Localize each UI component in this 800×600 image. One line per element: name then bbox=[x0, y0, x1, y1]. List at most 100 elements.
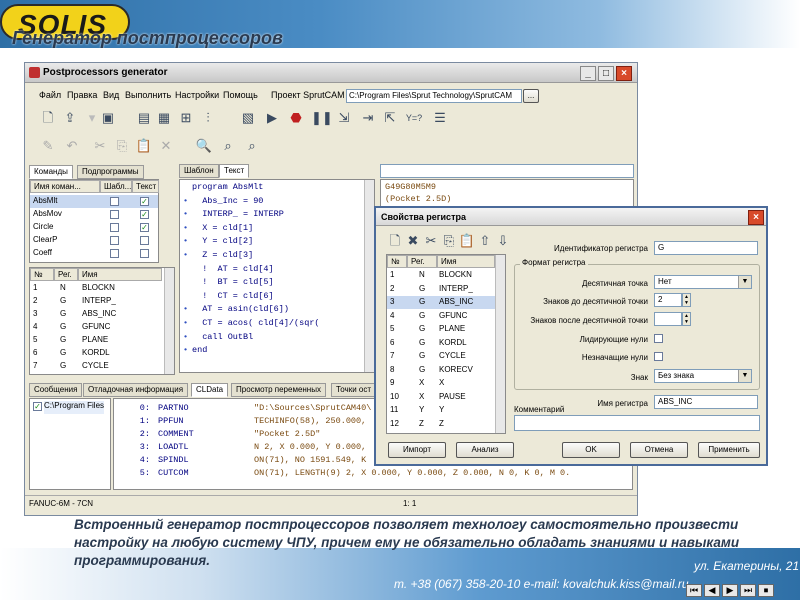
replace-icon[interactable]: ⌕ bbox=[243, 137, 261, 155]
menu-edit[interactable]: Правка bbox=[67, 90, 97, 100]
menu-help[interactable]: Помощь bbox=[223, 90, 258, 100]
undo-icon[interactable]: ↶ bbox=[63, 137, 81, 155]
register-id-input[interactable]: G bbox=[654, 241, 758, 255]
tab-commands[interactable]: Команды bbox=[29, 165, 73, 179]
tab-subprograms[interactable]: Подпрограммы bbox=[77, 165, 144, 179]
find-next-icon[interactable]: ⌕ bbox=[219, 137, 237, 155]
cldata-command[interactable]: LOADTL bbox=[158, 442, 189, 452]
step-out-icon[interactable]: ⇱ bbox=[381, 109, 399, 127]
tree-item-checkbox[interactable]: ✓ bbox=[33, 402, 42, 411]
paste-register-icon[interactable]: 📋 bbox=[458, 232, 476, 250]
eraser-icon[interactable]: ✎ bbox=[39, 137, 57, 155]
dialog-titlebar[interactable]: Свойства регистра × bbox=[376, 208, 766, 226]
output-search-input[interactable] bbox=[380, 164, 634, 178]
digits-after-stepper[interactable] bbox=[654, 312, 682, 326]
trailing-zeros-checkbox[interactable] bbox=[654, 352, 663, 361]
tab-cldata[interactable]: CLData bbox=[191, 383, 229, 397]
digits-before-spin-icon[interactable]: ▲ ▼ bbox=[682, 293, 691, 307]
project-path-input[interactable]: C:\Program Files\Sprut Technology\SprutC… bbox=[346, 89, 522, 103]
register-name[interactable]: KORDL bbox=[82, 348, 110, 361]
command-text-checkbox[interactable]: ✓ bbox=[140, 210, 149, 219]
tab-template[interactable]: Шаблон bbox=[179, 164, 219, 178]
find-icon[interactable]: 🔍 bbox=[195, 137, 213, 155]
dialog-header-no[interactable]: № bbox=[387, 255, 407, 268]
command-text-checkbox[interactable] bbox=[140, 236, 149, 245]
command-text-checkbox[interactable]: ✓ bbox=[140, 197, 149, 206]
tab-watch-variables[interactable]: Просмотр переменных bbox=[231, 383, 326, 397]
tab-text[interactable]: Текст bbox=[219, 164, 250, 178]
cld-icon[interactable]: ▦ bbox=[155, 109, 173, 127]
nav-last-icon[interactable]: ⏭ bbox=[740, 584, 756, 597]
step-into-icon[interactable]: ⇲ bbox=[335, 109, 353, 127]
move-down-icon[interactable]: ⇩ bbox=[494, 232, 512, 250]
commands-header-name[interactable]: Имя коман... bbox=[30, 180, 100, 193]
digits-before-stepper[interactable]: 2 bbox=[654, 293, 682, 307]
window-titlebar[interactable]: Postprocessors generator _ □ × bbox=[25, 63, 637, 83]
command-text-checkbox[interactable]: ✓ bbox=[140, 223, 149, 232]
command-template-checkbox[interactable] bbox=[110, 197, 119, 206]
dialog-close-icon[interactable]: × bbox=[748, 210, 764, 225]
paste-icon[interactable]: 📋 bbox=[135, 137, 153, 155]
debug-icon[interactable]: ▧ bbox=[239, 109, 257, 127]
dialog-header-reg[interactable]: Рег. bbox=[407, 255, 437, 268]
cldata-command[interactable]: CUTCOM bbox=[158, 468, 189, 478]
settings-sliders-icon[interactable]: ⫶ bbox=[199, 109, 217, 127]
registers-header-no[interactable]: № bbox=[30, 268, 54, 281]
tree-item[interactable]: C:\Program Files bbox=[44, 401, 105, 414]
command-template-checkbox[interactable] bbox=[110, 236, 119, 245]
analysis-button[interactable]: Анализ bbox=[456, 442, 514, 458]
apply-button[interactable]: Применить bbox=[698, 442, 760, 458]
registers-scrollbar[interactable] bbox=[164, 268, 174, 374]
cut-register-icon[interactable]: ✂ bbox=[422, 232, 440, 250]
sign-chevron-down-icon[interactable]: ▼ bbox=[738, 370, 751, 382]
browse-button[interactable]: ... bbox=[523, 89, 539, 103]
nav-prev-icon[interactable]: ◀ bbox=[704, 584, 720, 597]
cldata-command[interactable]: PPFUN bbox=[158, 416, 184, 426]
move-up-icon[interactable]: ⇧ bbox=[476, 232, 494, 250]
format-icon[interactable]: ⊞ bbox=[177, 109, 195, 127]
register-name[interactable]: PLANE bbox=[82, 335, 108, 348]
open-icon[interactable]: ⇪ bbox=[61, 109, 79, 127]
register-name[interactable]: CYCLE bbox=[82, 361, 109, 374]
tab-debug-info[interactable]: Отладочная информация bbox=[83, 383, 189, 397]
new-register-icon[interactable]: 🗋 bbox=[386, 232, 404, 250]
dialog-table-scrollbar[interactable] bbox=[495, 255, 505, 433]
register-name[interactable]: GFUNC bbox=[82, 322, 110, 335]
leading-zeros-checkbox[interactable] bbox=[654, 334, 663, 343]
watch-list-icon[interactable]: ☰ bbox=[431, 109, 449, 127]
editor-scrollbar[interactable] bbox=[364, 180, 374, 372]
tab-breakpoints[interactable]: Точки ост bbox=[331, 383, 377, 397]
menu-view[interactable]: Вид bbox=[103, 90, 119, 100]
cldata-command[interactable]: SPINDL bbox=[158, 455, 189, 465]
menu-run[interactable]: Выполнить bbox=[125, 90, 171, 100]
registers-header-reg[interactable]: Рег. bbox=[54, 268, 78, 281]
command-template-checkbox[interactable] bbox=[110, 210, 119, 219]
cut-icon[interactable]: ✂ bbox=[91, 137, 109, 155]
copy-register-icon[interactable]: ⎘ bbox=[440, 232, 458, 250]
command-template-checkbox[interactable] bbox=[110, 223, 119, 232]
nav-first-icon[interactable]: ⏮ bbox=[686, 584, 702, 597]
commands-header-text[interactable]: Текст bbox=[132, 180, 159, 193]
tab-messages[interactable]: Сообщения bbox=[29, 383, 83, 397]
copy-icon[interactable]: ⎘ bbox=[113, 137, 131, 155]
digits-after-spin-icon[interactable]: ▲ ▼ bbox=[682, 312, 691, 326]
close-icon[interactable]: × bbox=[616, 66, 632, 81]
delete-icon[interactable]: ✕ bbox=[157, 137, 175, 155]
comment-input[interactable] bbox=[514, 415, 760, 431]
register-name[interactable]: INTERP_ bbox=[82, 296, 116, 309]
register-name[interactable]: ABS_INC bbox=[82, 309, 116, 322]
stop-icon[interactable]: ⬣ bbox=[287, 109, 305, 127]
commands-header-template[interactable]: Шабл... bbox=[100, 180, 132, 193]
save-icon[interactable]: ▣ bbox=[99, 109, 117, 127]
evaluate-icon[interactable]: Y=? bbox=[405, 109, 423, 127]
run-icon[interactable]: ▶ bbox=[263, 109, 281, 127]
step-over-icon[interactable]: ⇥ bbox=[359, 109, 377, 127]
maximize-icon[interactable]: □ bbox=[598, 66, 614, 81]
minimize-icon[interactable]: _ bbox=[580, 66, 596, 81]
new-file-icon[interactable]: 🗋 bbox=[39, 109, 57, 127]
dialog-header-name[interactable]: Имя bbox=[437, 255, 495, 268]
register-name-input[interactable]: ABS_INC bbox=[654, 395, 758, 409]
command-text-checkbox[interactable] bbox=[140, 249, 149, 258]
nav-next-icon[interactable]: ▶ bbox=[722, 584, 738, 597]
register-name[interactable]: BLOCKN bbox=[82, 283, 115, 296]
